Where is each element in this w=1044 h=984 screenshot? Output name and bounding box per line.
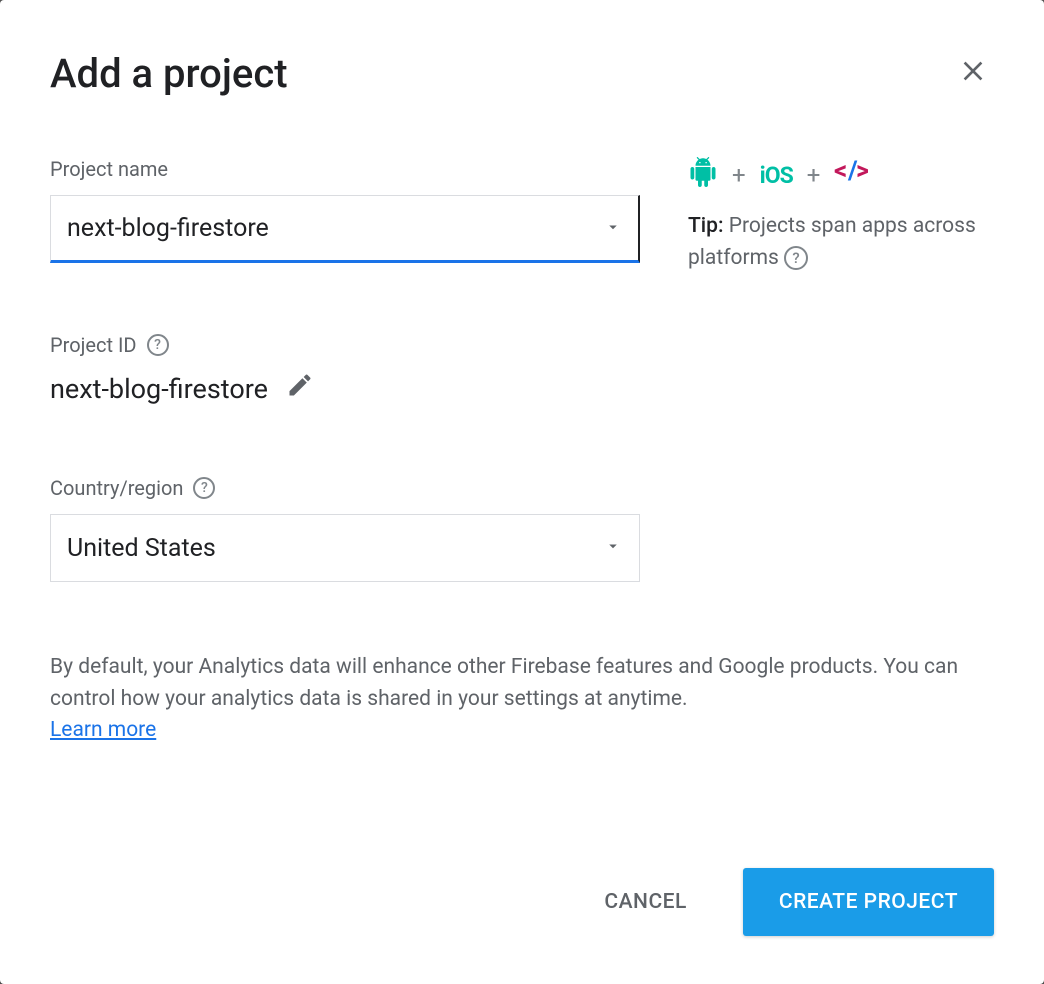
- close-icon: [957, 55, 989, 87]
- ios-icon: iOS: [760, 162, 793, 189]
- cancel-button[interactable]: CANCEL: [588, 878, 702, 926]
- disclaimer-text: By default, your Analytics data will enh…: [50, 655, 958, 711]
- svg-text:<: <: [834, 159, 847, 185]
- add-project-dialog: Add a project Project name: [0, 0, 1044, 984]
- svg-text:>: >: [856, 159, 868, 185]
- dialog-actions: CANCEL CREATE PROJECT: [588, 868, 994, 936]
- web-code-icon: < / >: [834, 159, 868, 191]
- tip-body: Projects span apps across platforms: [688, 214, 976, 270]
- create-project-button[interactable]: CREATE PROJECT: [743, 868, 994, 936]
- edit-icon[interactable]: [286, 371, 314, 406]
- country-select[interactable]: United States: [50, 514, 640, 582]
- platform-icons: + iOS + < / >: [688, 157, 994, 193]
- tip-help-icon[interactable]: ?: [784, 246, 808, 270]
- country-value: United States: [67, 534, 216, 563]
- project-id-field-group: Project ID ? next-blog-firestore: [50, 333, 994, 406]
- dialog-title: Add a project: [50, 50, 994, 97]
- project-name-input[interactable]: [50, 195, 640, 263]
- project-name-label: Project name: [50, 157, 640, 181]
- project-id-value-row: next-blog-firestore: [50, 371, 994, 406]
- learn-more-link[interactable]: Learn more: [50, 718, 156, 742]
- country-field-group: Country/region ? United States: [50, 476, 994, 582]
- tip-text: Tip: Projects span apps across platforms…: [688, 211, 994, 274]
- country-help-icon[interactable]: ?: [193, 477, 215, 499]
- project-id-label: Project ID ?: [50, 333, 994, 357]
- analytics-disclaimer: By default, your Analytics data will enh…: [50, 652, 994, 747]
- plus-separator: +: [732, 161, 746, 189]
- country-label: Country/region ?: [50, 476, 994, 500]
- project-name-field-group: Project name: [50, 157, 640, 263]
- project-id-value: next-blog-firestore: [50, 373, 268, 405]
- android-icon: [688, 157, 718, 193]
- plus-separator: +: [807, 161, 821, 189]
- tip-label: Tip:: [688, 214, 724, 238]
- project-id-help-icon[interactable]: ?: [147, 334, 169, 356]
- close-button[interactable]: [957, 55, 989, 93]
- tip-section: + iOS + < / > Tip: Projects span apps ac…: [688, 157, 994, 274]
